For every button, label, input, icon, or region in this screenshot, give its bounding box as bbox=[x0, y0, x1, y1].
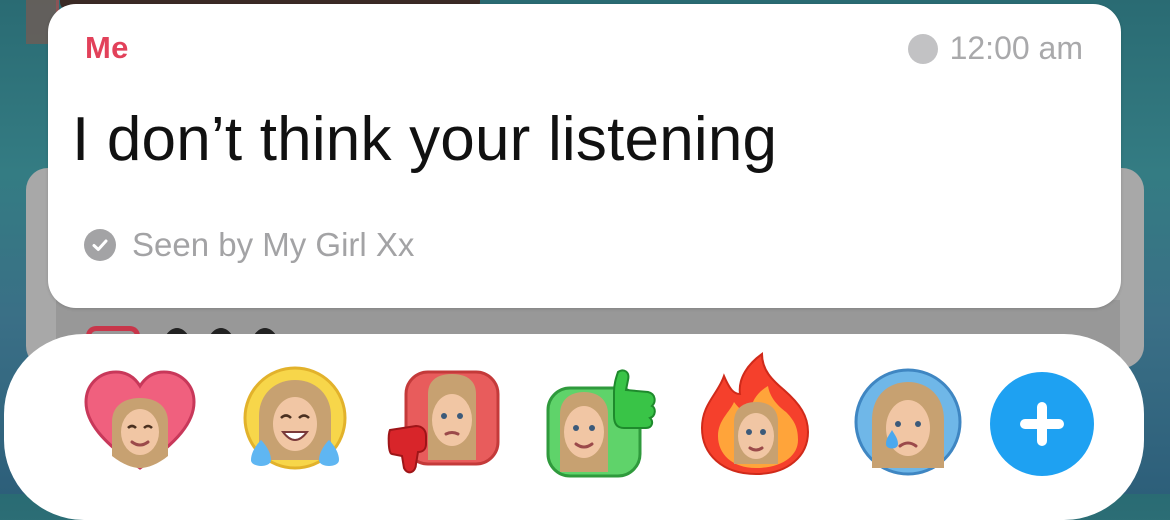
plus-icon bbox=[1020, 402, 1064, 446]
reaction-bar bbox=[4, 334, 1144, 520]
seen-receipt-text: Seen by My Girl Xx bbox=[132, 226, 415, 263]
message-text: I don’t think your listening bbox=[72, 105, 778, 174]
fire-bitmoji-icon[interactable] bbox=[698, 352, 814, 480]
timestamp-text: 12:00 am bbox=[949, 30, 1083, 66]
laughing-bitmoji-icon[interactable] bbox=[237, 364, 353, 480]
timestamp: 12:00 am bbox=[907, 30, 1083, 67]
message-card[interactable]: Me 12:00 am I don’t think your listening… bbox=[48, 4, 1121, 308]
crying-bitmoji-icon[interactable] bbox=[850, 364, 966, 480]
seen-receipt: Seen by My Girl Xx bbox=[84, 226, 414, 264]
thumbs-down-bitmoji-icon[interactable] bbox=[386, 364, 502, 480]
add-reaction-button[interactable] bbox=[990, 372, 1094, 476]
sender-name: Me bbox=[85, 30, 129, 65]
checkmark-icon bbox=[84, 229, 116, 261]
status-dot-icon bbox=[907, 33, 938, 64]
heart-bitmoji-icon[interactable] bbox=[82, 364, 198, 480]
thumbs-up-bitmoji-icon[interactable] bbox=[544, 364, 660, 480]
